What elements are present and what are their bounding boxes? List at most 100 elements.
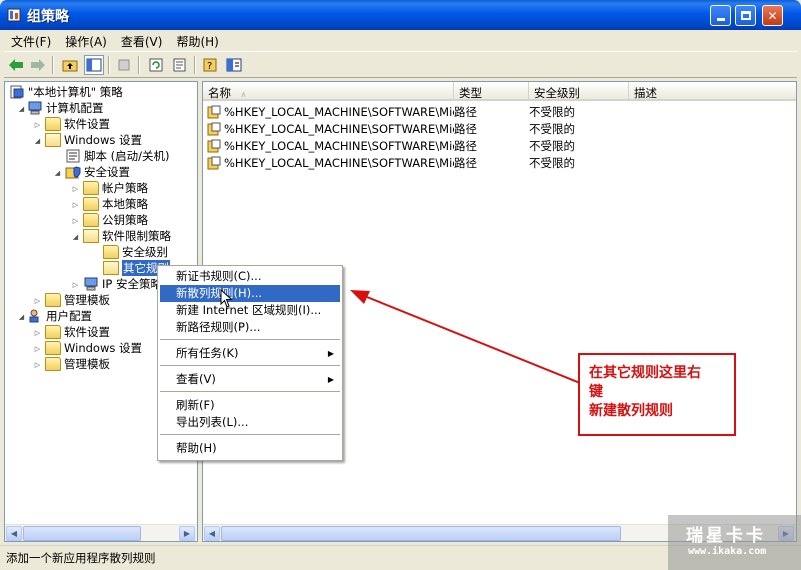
expand-icon[interactable]: ▷ [33,361,42,370]
menu-item-help[interactable]: 帮助(H) [160,440,340,457]
tree-pane-icon [86,58,102,72]
expand-icon[interactable]: ▷ [71,185,80,194]
expand-icon[interactable]: ▷ [33,297,42,306]
annotation-callout: 在其它规则这里右 键 新建散列规则 [578,353,736,436]
context-menu: 新证书规则(C)... 新散列规则(H)... 新建 Internet 区域规则… [157,265,343,461]
menu-item-view[interactable]: 查看(V) ▶ [160,371,340,388]
expand-icon[interactable]: ▷ [71,201,80,210]
help-icon: ? [203,58,217,72]
scroll-left-button[interactable]: ◀ [204,526,220,541]
watermark-title: 瑞星卡卡 [686,526,766,546]
folder-open-icon [45,133,61,147]
up-level-button[interactable] [60,55,80,75]
tree-node-user-software-settings[interactable]: 软件设置 [45,324,110,340]
expand-icon[interactable]: ▷ [33,121,42,130]
close-button[interactable]: ✕ [762,5,783,26]
tree-horizontal-scrollbar[interactable]: ◀ ▶ [5,524,197,541]
tree-node-security-levels[interactable]: 安全级别 [103,244,168,260]
title-bar[interactable]: 组策略 ✕ [0,0,801,30]
menu-file[interactable]: 文件(F) [4,30,58,50]
tree-node-user-config[interactable]: 用户配置 [27,308,92,324]
chevron-left-icon: ◀ [10,529,18,538]
menu-item-all-tasks[interactable]: 所有任务(K) ▶ [160,345,340,362]
registry-rule-icon [207,122,221,136]
menu-item-export-list[interactable]: 导出列表(L)... [160,414,340,431]
toolbar: ? [4,51,797,78]
watermark-url: www.ikaka.com [688,546,767,557]
folder-icon [83,181,99,195]
tree-node-windows-settings[interactable]: Windows 设置 [45,132,142,148]
tree-node-ip-security[interactable]: IP 安全策略 [83,276,162,292]
tree-node-public-key-policies[interactable]: 公钥策略 [83,212,148,228]
menu-item-new-path-rule[interactable]: 新路径规则(P)... [160,319,340,336]
maximize-button[interactable] [735,5,756,26]
tree-node-local-computer-policy[interactable]: "本地计算机" 策略 [9,84,123,100]
show-hide-tree-button[interactable] [84,55,104,75]
expand-icon[interactable]: ▷ [71,281,80,290]
expand-icon[interactable]: ▷ [33,329,42,338]
menu-action[interactable]: 操作(A) [58,30,114,50]
folder-icon [83,213,99,227]
properties-icon [226,58,242,72]
scroll-thumb[interactable] [221,526,621,541]
column-header-security-level[interactable]: 安全级别 [529,82,629,101]
policy-icon [10,85,24,99]
back-arrow-icon [9,59,23,71]
tree-node-user-windows-settings[interactable]: Windows 设置 [45,340,142,356]
folder-open-icon [83,229,99,243]
column-header-description[interactable]: 描述 [629,82,796,101]
folder-up-icon [62,60,78,72]
refresh-button[interactable] [146,55,166,75]
menu-help[interactable]: 帮助(H) [169,30,225,50]
help-button[interactable]: ? [200,55,220,75]
collapse-icon[interactable]: ◢ [17,105,26,114]
minimize-button[interactable] [710,5,731,26]
expand-icon[interactable]: ▷ [33,345,42,354]
tree-node-scripts[interactable]: 脚本 (启动/关机) [65,148,170,164]
scroll-left-button[interactable]: ◀ [6,526,22,541]
export-list-button[interactable] [170,55,190,75]
folder-icon [45,341,61,355]
collapse-icon[interactable]: ◢ [71,233,80,242]
column-header-type[interactable]: 类型 [454,82,529,101]
delete-button[interactable] [114,55,134,75]
scroll-thumb[interactable] [23,526,141,541]
menu-item-new-internet-zone-rule[interactable]: 新建 Internet 区域规则(I)... [160,302,340,319]
table-row[interactable]: %HKEY_LOCAL_MACHINE\SOFTWARE\Micr... 路径 … [207,155,619,171]
tree-node-software-settings[interactable]: 软件设置 [45,116,110,132]
export-list-icon [173,58,186,72]
folder-open-icon [103,261,119,275]
script-icon [66,149,80,163]
chevron-right-icon: ▶ [183,529,191,538]
expand-icon[interactable]: ▷ [71,217,80,226]
forward-button[interactable] [28,55,48,75]
tree-node-local-policies[interactable]: 本地策略 [83,196,148,212]
tree-node-software-restriction[interactable]: 软件限制策略 [83,228,171,244]
group-policy-icon [7,8,21,22]
properties-button[interactable] [224,55,244,75]
tree-node-account-policies[interactable]: 帐户策略 [83,180,148,196]
table-row[interactable]: %HKEY_LOCAL_MACHINE\SOFTWARE\Micr... 路径 … [207,104,619,120]
computer-icon [28,101,42,115]
tree-node-computer-config[interactable]: 计算机配置 [27,100,104,116]
collapse-icon[interactable]: ◢ [33,137,42,146]
folder-icon [45,117,61,131]
tree-node-admin-templates[interactable]: 管理模板 [45,292,110,308]
menu-view[interactable]: 查看(V) [114,30,170,50]
scroll-right-button[interactable]: ▶ [179,526,195,541]
svg-text:?: ? [207,61,212,72]
back-button[interactable] [6,55,26,75]
menu-item-new-certificate-rule[interactable]: 新证书规则(C)... [160,268,340,285]
tree-node-security-settings[interactable]: 安全设置 [65,164,130,180]
delete-icon [118,59,130,71]
menu-separator [160,434,340,435]
collapse-icon[interactable]: ◢ [17,313,26,322]
tree-node-user-admin-templates[interactable]: 管理模板 [45,356,110,372]
menu-item-new-hash-rule[interactable]: 新散列规则(H)... [160,285,340,302]
table-row[interactable]: %HKEY_LOCAL_MACHINE\SOFTWARE\Micr... 路径 … [207,138,619,154]
folder-icon [45,325,61,339]
table-row[interactable]: %HKEY_LOCAL_MACHINE\SOFTWARE\Micr... 路径 … [207,121,619,137]
collapse-icon[interactable]: ◢ [53,169,62,178]
menu-item-refresh[interactable]: 刷新(F) [160,397,340,414]
column-header-name[interactable]: 名称 ∧ [203,82,454,101]
